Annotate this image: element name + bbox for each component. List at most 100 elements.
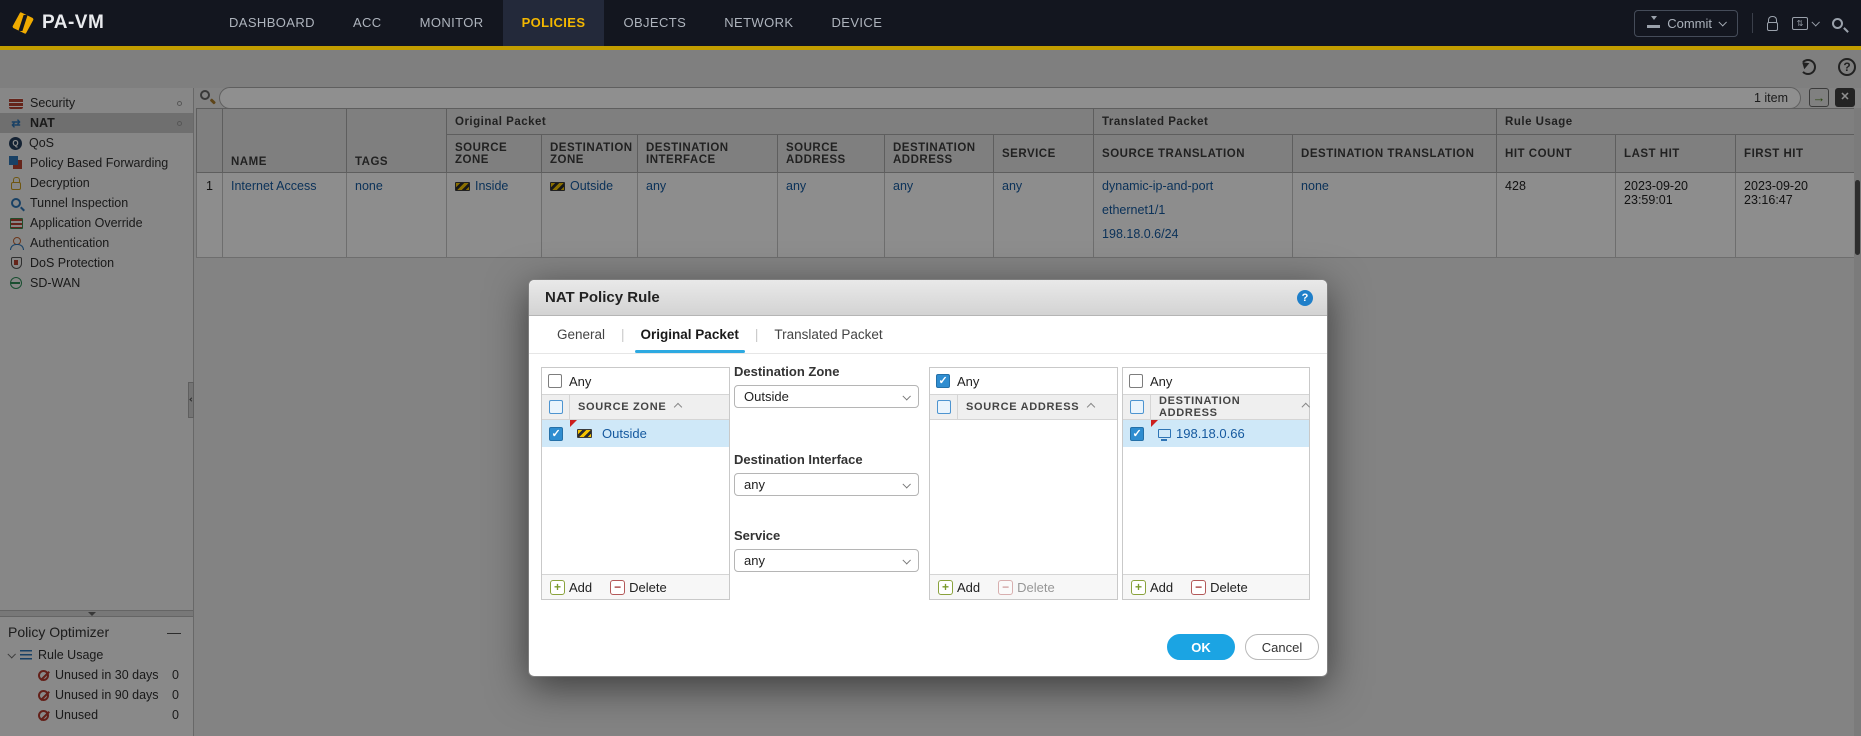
destination-address-panel: Any DESTINATION ADDRESS 198.18.0.66 [1122, 367, 1310, 600]
selected-value: any [744, 477, 765, 492]
source-zone-list: Outside [542, 420, 729, 574]
pan-logo-icon [12, 12, 34, 34]
pan-os-app: PA-VM DASHBOARD ACC MONITOR POLICIES OBJ… [0, 0, 1861, 736]
chevron-down-icon [902, 480, 910, 488]
plus-icon: + [1131, 580, 1146, 595]
nav-dashboard[interactable]: DASHBOARD [210, 0, 334, 46]
ok-button[interactable]: OK [1167, 634, 1235, 660]
any-label: Any [569, 374, 591, 389]
any-label: Any [957, 374, 979, 389]
source-address-list [930, 420, 1117, 574]
destination-address-any-checkbox[interactable] [1129, 374, 1143, 388]
source-address-any-checkbox[interactable] [936, 374, 950, 388]
destination-interface-select[interactable]: any [734, 473, 919, 496]
zone-icon [577, 429, 592, 438]
service-field: Service any [734, 528, 919, 572]
lock-icon[interactable] [1767, 22, 1778, 31]
tab-divider: | [755, 327, 759, 342]
config-actions: ⇅ [1792, 17, 1818, 30]
row-checkbox[interactable] [1130, 427, 1144, 441]
add-label: Add [1150, 580, 1173, 595]
column-label: SOURCE ADDRESS [966, 401, 1079, 413]
brand: PA-VM [0, 12, 210, 34]
commit-button[interactable]: Commit [1634, 10, 1738, 37]
dialog-tabs: General | Original Packet | Translated P… [529, 316, 1327, 354]
row-checkbox[interactable] [549, 427, 563, 441]
list-item-outside[interactable]: Outside [542, 420, 729, 447]
delete-label: Delete [629, 580, 667, 595]
service-select[interactable]: any [734, 549, 919, 572]
destination-address-list: 198.18.0.66 [1123, 420, 1309, 574]
nat-policy-rule-dialog: NAT Policy Rule ? General | Original Pac… [528, 279, 1328, 677]
delete-button[interactable]: − Delete [610, 580, 667, 595]
destination-zone-field: Destination Zone Outside [734, 364, 919, 408]
source-address-list-header[interactable]: SOURCE ADDRESS [930, 394, 1117, 420]
add-button[interactable]: + Add [938, 580, 980, 595]
destination-zone-label: Destination Zone [734, 364, 919, 379]
commit-label: Commit [1667, 16, 1712, 31]
sort-asc-icon [1302, 403, 1310, 411]
add-button[interactable]: + Add [1131, 580, 1173, 595]
main-menu: DASHBOARD ACC MONITOR POLICIES OBJECTS N… [210, 0, 901, 46]
add-label: Add [957, 580, 980, 595]
destination-zone-select[interactable]: Outside [734, 385, 919, 408]
delete-button-disabled: − Delete [998, 580, 1055, 595]
tab-translated-packet[interactable]: Translated Packet [770, 316, 886, 353]
select-all-checkbox[interactable] [1130, 400, 1144, 414]
column-label: SOURCE ZONE [578, 401, 666, 413]
address-link[interactable]: 198.18.0.66 [1176, 426, 1245, 441]
any-label: Any [1150, 374, 1172, 389]
service-label: Service [734, 528, 919, 543]
zone-link[interactable]: Outside [602, 426, 647, 441]
tab-original-packet[interactable]: Original Packet [637, 316, 743, 353]
selected-value: Outside [744, 389, 789, 404]
dialog-help-icon[interactable]: ? [1297, 290, 1313, 306]
brand-name: PA-VM [42, 12, 104, 34]
delete-button[interactable]: − Delete [1191, 580, 1248, 595]
source-zone-any-checkbox[interactable] [548, 374, 562, 388]
nav-network[interactable]: NETWORK [705, 0, 812, 46]
minus-icon: − [998, 580, 1013, 595]
source-address-panel: Any SOURCE ADDRESS + Add − Delete [929, 367, 1118, 600]
add-button[interactable]: + Add [550, 580, 592, 595]
edited-flag-icon [1151, 420, 1158, 427]
minus-icon: − [1191, 580, 1206, 595]
source-zone-panel: Any SOURCE ZONE Outside [541, 367, 730, 600]
nav-monitor[interactable]: MONITOR [401, 0, 503, 46]
destination-interface-label: Destination Interface [734, 452, 919, 467]
add-label: Add [569, 580, 592, 595]
source-zone-list-header[interactable]: SOURCE ZONE [542, 394, 729, 420]
sort-asc-icon [1087, 403, 1095, 411]
tab-general[interactable]: General [553, 316, 609, 353]
commit-icon [1647, 18, 1660, 28]
nav-device[interactable]: DEVICE [812, 0, 901, 46]
nav-policies[interactable]: POLICIES [503, 0, 605, 46]
save-config-icon[interactable]: ⇅ [1792, 17, 1808, 30]
top-navigation: PA-VM DASHBOARD ACC MONITOR POLICIES OBJ… [0, 0, 1861, 50]
select-all-checkbox[interactable] [549, 400, 563, 414]
delete-label: Delete [1017, 580, 1055, 595]
chevron-down-icon [1718, 18, 1726, 26]
edited-flag-icon [570, 420, 577, 427]
destination-address-list-header[interactable]: DESTINATION ADDRESS [1123, 394, 1309, 420]
sort-asc-icon [674, 403, 682, 411]
plus-icon: + [938, 580, 953, 595]
delete-label: Delete [1210, 580, 1248, 595]
select-all-checkbox[interactable] [937, 400, 951, 414]
nav-right-tools: Commit ⇅ [1634, 10, 1861, 37]
divider [1752, 13, 1753, 33]
global-search-icon[interactable] [1832, 18, 1843, 29]
dialog-title: NAT Policy Rule [545, 289, 660, 306]
chevron-down-icon [1811, 18, 1819, 26]
nav-objects[interactable]: OBJECTS [604, 0, 705, 46]
selected-value: any [744, 553, 765, 568]
dialog-header[interactable]: NAT Policy Rule ? [529, 280, 1327, 316]
minus-icon: − [610, 580, 625, 595]
chevron-down-icon [902, 556, 910, 564]
cancel-button[interactable]: Cancel [1245, 634, 1319, 660]
plus-icon: + [550, 580, 565, 595]
chevron-down-icon [902, 392, 910, 400]
nav-acc[interactable]: ACC [334, 0, 401, 46]
column-label: DESTINATION ADDRESS [1159, 395, 1294, 419]
list-item-address[interactable]: 198.18.0.66 [1123, 420, 1309, 447]
